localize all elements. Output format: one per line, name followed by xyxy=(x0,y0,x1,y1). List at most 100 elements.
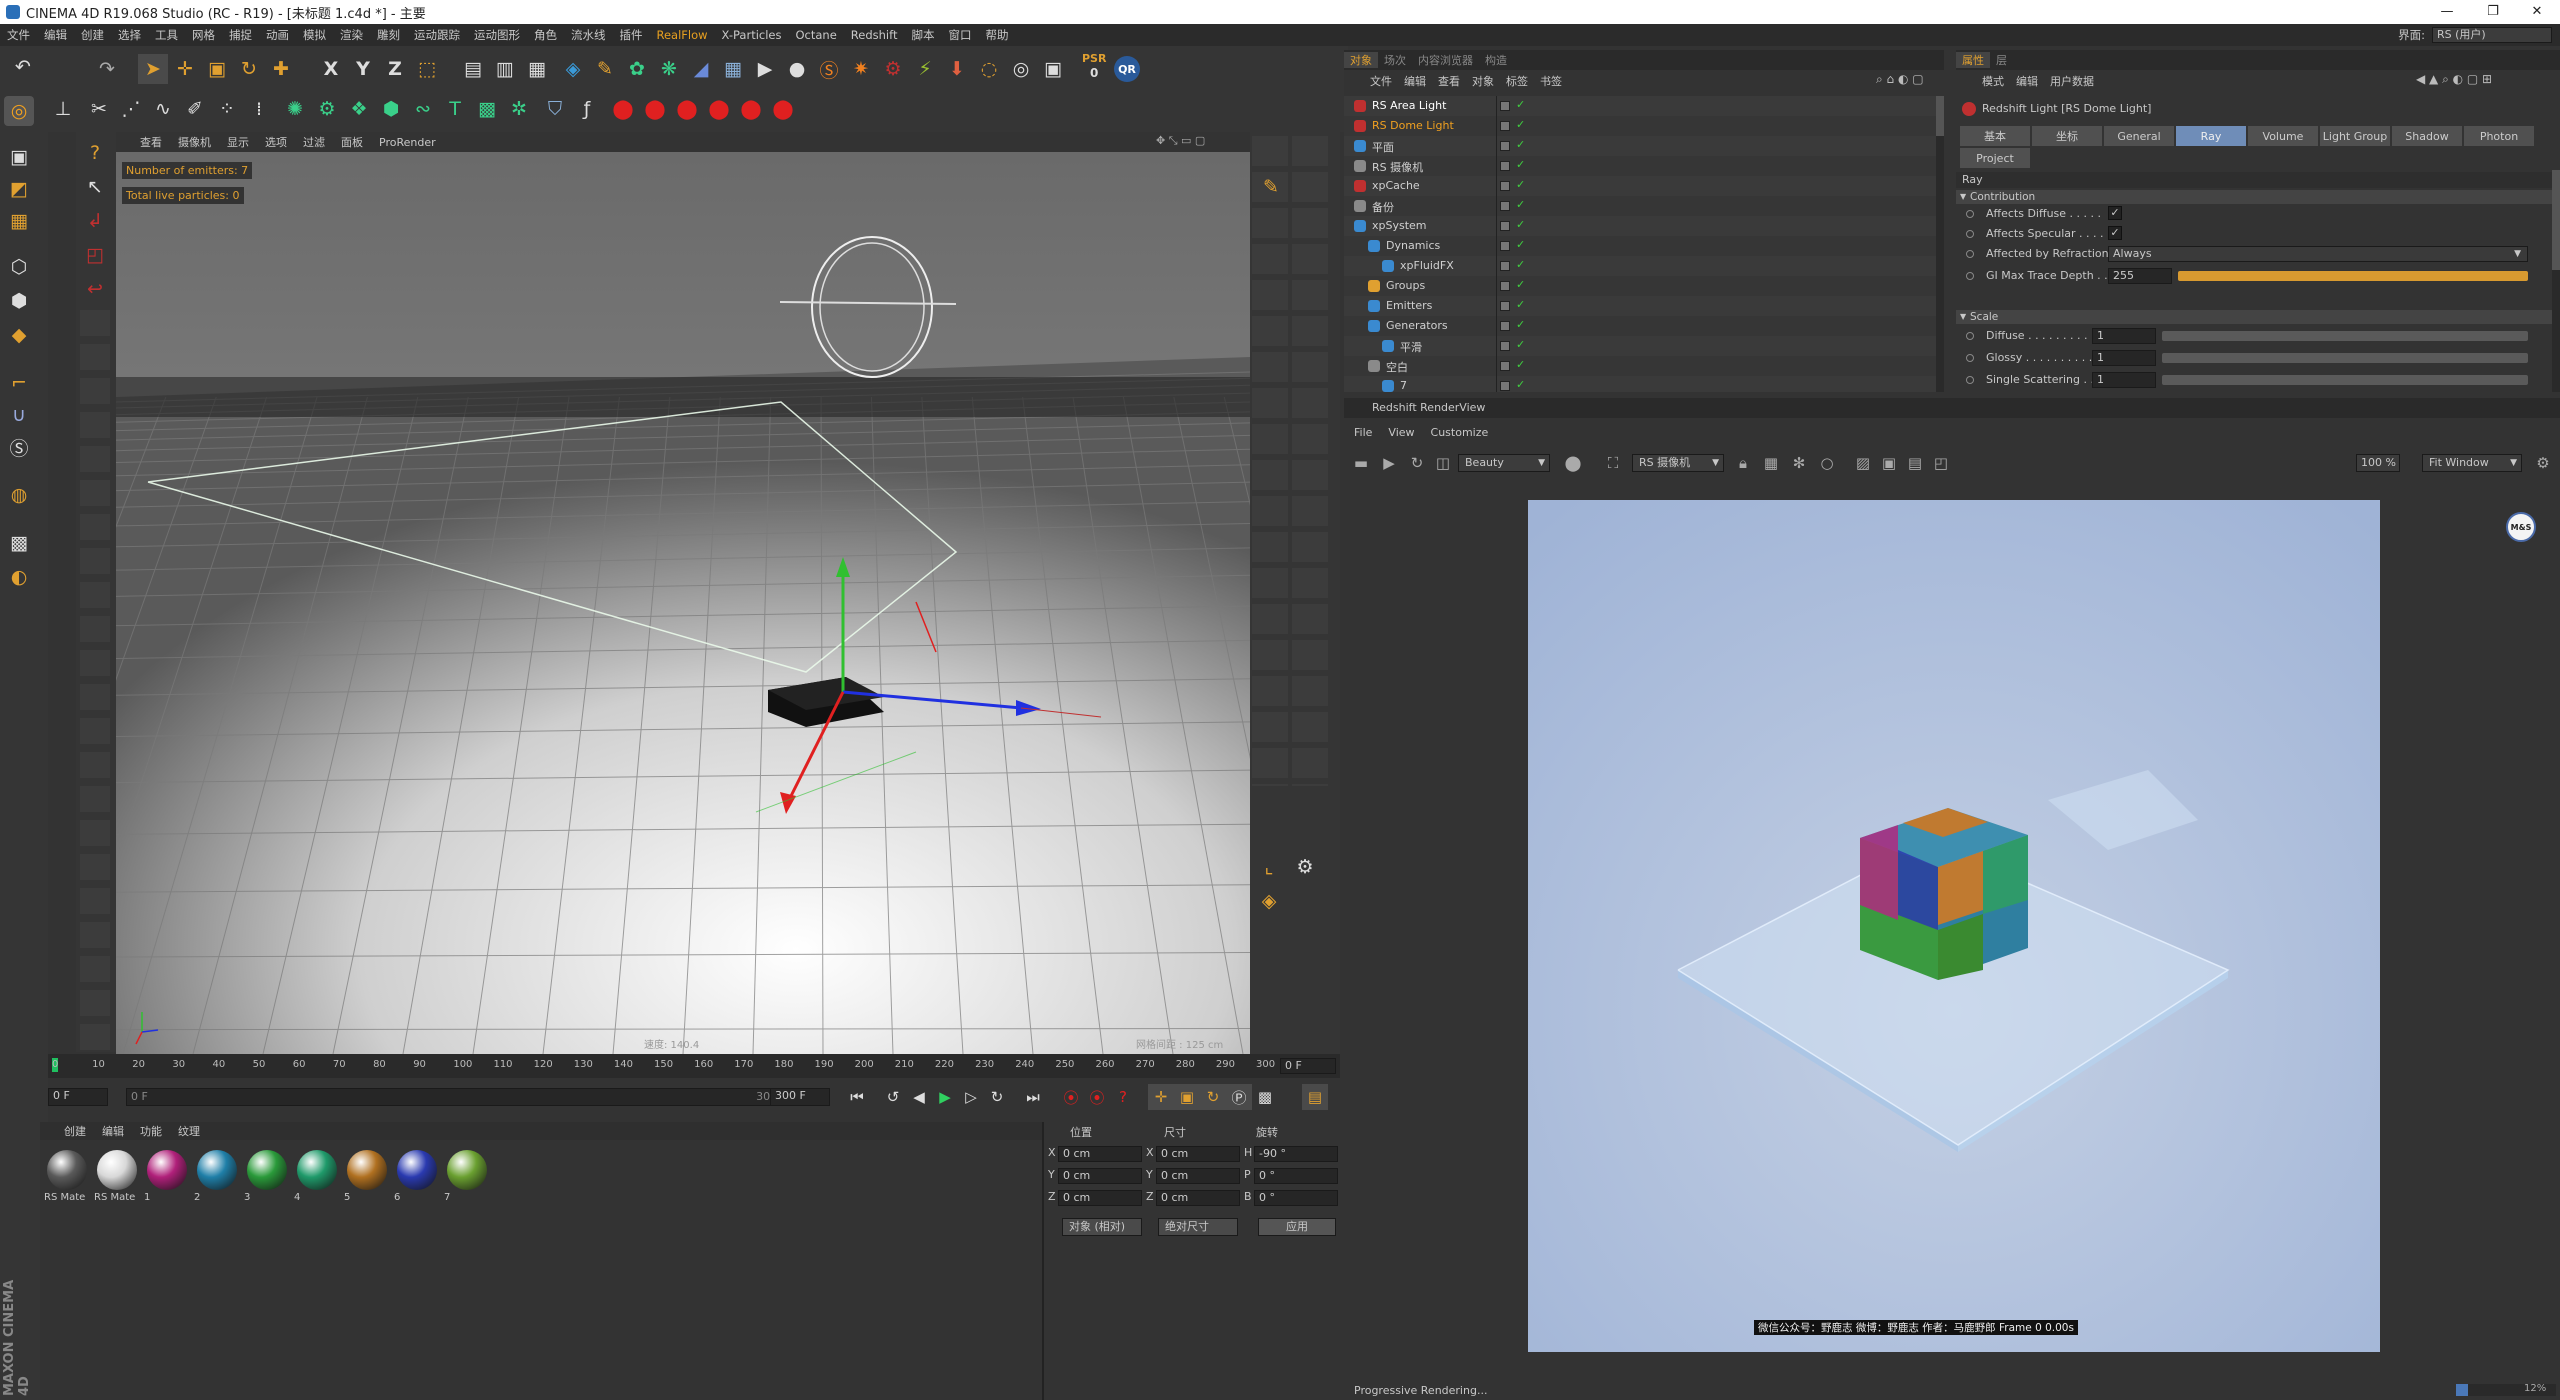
menu-render[interactable]: 渲染 xyxy=(333,27,370,43)
enabled-check-icon[interactable]: ✓ xyxy=(1516,218,1525,231)
deformer-icon[interactable]: ◢ xyxy=(686,54,716,84)
visibility-dots-icon[interactable] xyxy=(1500,281,1510,291)
xp-box-icon[interactable]: ▩ xyxy=(472,94,502,124)
visibility-dots-icon[interactable] xyxy=(1500,361,1510,371)
edit-render-settings-icon[interactable]: ▦ xyxy=(522,54,552,84)
timeline-ruler[interactable]: 0 10 20 30 40 50 60 70 80 90 100 110 120 130 140 150 160… xyxy=(48,1054,1340,1078)
object-row[interactable]: xpCache ✓ xyxy=(1344,176,1936,196)
visibility-dots-icon[interactable] xyxy=(1500,341,1510,351)
materials-menu-edit[interactable]: 编辑 xyxy=(94,1123,132,1139)
points-mode-icon[interactable]: ⬡ xyxy=(4,252,34,282)
fit-select[interactable]: Fit Window ▼ xyxy=(2422,454,2522,472)
menu-tools[interactable]: 工具 xyxy=(148,27,185,43)
coord-system-icon[interactable]: ⬚ xyxy=(412,54,442,84)
render-to-picture-viewer-icon[interactable]: ▥ xyxy=(490,54,520,84)
object-row[interactable]: 空白 ✓ xyxy=(1344,356,1936,376)
rv-lock-icon[interactable]: 🔒︎ xyxy=(1730,450,1756,476)
rs-camera-icon[interactable]: ⬤ xyxy=(704,94,734,124)
viewport-menu-prorender[interactable]: ProRender xyxy=(371,136,444,149)
enabled-check-icon[interactable]: ✓ xyxy=(1516,338,1525,351)
play-icon[interactable]: ▶ xyxy=(932,1084,958,1110)
qr-button[interactable]: QR xyxy=(1114,56,1140,82)
render-settings-icon[interactable]: ◎ xyxy=(4,96,34,126)
timeline-window-icon[interactable]: ▤ xyxy=(1302,1084,1328,1110)
rv-save-icon[interactable]: ▣ xyxy=(1876,450,1902,476)
attr-tab[interactable]: 基本 xyxy=(1960,126,2030,146)
key-rot-icon[interactable]: ↻ xyxy=(1200,1084,1226,1110)
om-scrollbar[interactable] xyxy=(1936,96,1944,392)
material-swatch[interactable]: RS Mate xyxy=(44,1148,90,1206)
edit-points-icon[interactable]: ⋰ xyxy=(116,94,146,124)
xp-text-icon[interactable]: T xyxy=(440,94,470,124)
viewport-menu-options[interactable]: 选项 xyxy=(257,134,295,150)
material-swatch[interactable]: 1 xyxy=(144,1148,190,1206)
rv-circle-icon[interactable]: ○ xyxy=(1814,450,1840,476)
attr-tab[interactable]: Photon xyxy=(2464,126,2534,146)
key-pla-icon[interactable]: ▩ xyxy=(1252,1084,1278,1110)
magnet-icon[interactable]: ∪ xyxy=(4,400,34,430)
rv-snapshot-icon[interactable]: ◫ xyxy=(1430,450,1456,476)
gi-trace-slider[interactable] xyxy=(2178,271,2528,281)
texture-mode-icon[interactable]: ◩ xyxy=(4,174,34,204)
edges-mode-icon[interactable]: ⬢ xyxy=(4,286,34,316)
xp-emitter-icon[interactable]: ✺ xyxy=(280,94,310,124)
maximize-button[interactable]: ❐ xyxy=(2470,0,2516,24)
enabled-check-icon[interactable]: ✓ xyxy=(1516,158,1525,171)
sparkle-icon[interactable]: ✷ xyxy=(846,54,876,84)
workplane-icon[interactable]: ▦ xyxy=(4,206,34,236)
enabled-check-icon[interactable]: ✓ xyxy=(1516,238,1525,251)
material-swatch[interactable]: 2 xyxy=(194,1148,240,1206)
attr-tab[interactable]: Volume xyxy=(2248,126,2318,146)
xp-wave-icon[interactable]: ∾ xyxy=(408,94,438,124)
material-swatch[interactable]: 3 xyxy=(244,1148,290,1206)
goto-end-icon[interactable]: ⏭ xyxy=(1020,1084,1046,1110)
visibility-dots-icon[interactable] xyxy=(1500,141,1510,151)
menu-mograph[interactable]: 运动图形 xyxy=(467,27,527,43)
attr-scrollbar[interactable] xyxy=(2552,170,2560,392)
prev-frame-icon[interactable]: ◀ xyxy=(906,1084,932,1110)
menu-create[interactable]: 创建 xyxy=(74,27,111,43)
menu-octane[interactable]: Octane xyxy=(788,28,843,42)
attr-tab[interactable]: Ray xyxy=(2176,126,2246,146)
deformer-column[interactable] xyxy=(1252,136,1288,786)
viewport-menu-view[interactable]: 查看 xyxy=(116,134,170,150)
om-menu-edit[interactable]: 编辑 xyxy=(1398,73,1432,89)
end-frame-field[interactable]: 300 F xyxy=(770,1088,830,1106)
coord-rot-field[interactable]: -90 ° xyxy=(1254,1146,1338,1162)
rs-dome-icon[interactable]: ⬤ xyxy=(672,94,702,124)
fx-icon[interactable]: ƒ xyxy=(572,94,602,124)
menu-snap[interactable]: 捕捉 xyxy=(222,27,259,43)
axis-mode-icon[interactable]: ◐ xyxy=(4,562,34,592)
coord-mode-select[interactable]: 对象 (相对) xyxy=(1062,1218,1142,1236)
start-frame-field[interactable]: 0 F xyxy=(48,1088,108,1106)
next-frame-icon[interactable]: ▷ xyxy=(958,1084,984,1110)
visibility-dots-icon[interactable] xyxy=(1500,201,1510,211)
axis-y-button[interactable]: Y xyxy=(348,54,378,84)
visibility-dots-icon[interactable] xyxy=(1500,381,1510,391)
material-swatch[interactable]: 5 xyxy=(344,1148,390,1206)
diffuse-slider[interactable] xyxy=(2162,331,2528,341)
ik-icon[interactable]: ◎ xyxy=(1006,54,1036,84)
viewport-menu-camera[interactable]: 摄像机 xyxy=(170,134,219,150)
cube-icon[interactable]: ◈ xyxy=(558,54,588,84)
om-menu-view[interactable]: 查看 xyxy=(1432,73,1466,89)
move-tool-icon[interactable]: ✛ xyxy=(170,54,200,84)
frame-range-slider[interactable]: 0 F 300 F xyxy=(126,1088,792,1106)
menu-plugins[interactable]: 插件 xyxy=(613,27,650,43)
zoom-field[interactable]: 100 % xyxy=(2356,454,2400,472)
dots-grid-icon[interactable]: ⁞ xyxy=(244,94,274,124)
enabled-check-icon[interactable]: ✓ xyxy=(1516,118,1525,131)
key-scale-icon[interactable]: ▣ xyxy=(1174,1084,1200,1110)
attr-menu-userdata[interactable]: 用户数据 xyxy=(2044,73,2100,89)
menu-mesh[interactable]: 网格 xyxy=(185,27,222,43)
axis-x-button[interactable]: X xyxy=(316,54,346,84)
coord-rot-field[interactable]: 0 ° xyxy=(1254,1168,1338,1184)
menu-sculpt[interactable]: 雕刻 xyxy=(370,27,407,43)
rv-menu-view[interactable]: View xyxy=(1380,426,1422,439)
anim-dot-icon[interactable] xyxy=(1966,230,1974,238)
refraction-select[interactable]: Always ▼ xyxy=(2108,246,2528,262)
attr-menu-mode[interactable]: 模式 xyxy=(1956,73,2010,89)
enabled-check-icon[interactable]: ✓ xyxy=(1516,198,1525,211)
attr-tab[interactable]: Light Group xyxy=(2320,126,2390,146)
tool-presets-column[interactable] xyxy=(80,310,110,1050)
